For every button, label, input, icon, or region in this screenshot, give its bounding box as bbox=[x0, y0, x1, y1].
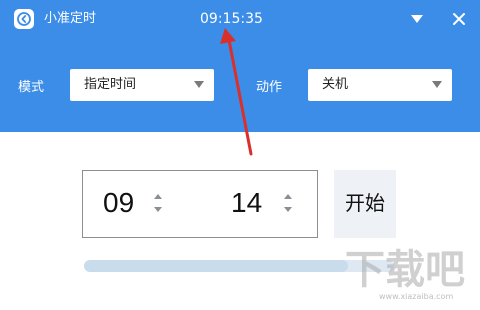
triangle-down-icon bbox=[411, 15, 423, 23]
close-button[interactable] bbox=[448, 8, 470, 30]
watermark-text: 下载吧 bbox=[345, 247, 465, 293]
settings-panel: 模式 指定时间 动作 关机 bbox=[0, 38, 480, 132]
hour-increment-icon[interactable] bbox=[152, 191, 164, 201]
minute-decrement-icon[interactable] bbox=[282, 205, 294, 215]
action-select[interactable]: 关机 bbox=[308, 69, 452, 101]
watermark-subtext: www.xiazaiba.com bbox=[379, 292, 454, 301]
minute-input[interactable]: 14 bbox=[231, 186, 262, 220]
mode-select-value: 指定时间 bbox=[84, 77, 137, 92]
chevron-down-icon bbox=[194, 81, 204, 88]
watermark-logo: 下载吧 www.xiazaiba.com bbox=[345, 248, 475, 304]
action-label: 动作 bbox=[256, 80, 283, 95]
title-bar: 小准定时 09:15:35 bbox=[0, 0, 480, 38]
mode-select[interactable]: 指定时间 bbox=[70, 69, 214, 101]
close-icon bbox=[453, 13, 465, 25]
minute-increment-icon[interactable] bbox=[282, 191, 294, 201]
progress-bar-fill bbox=[84, 260, 348, 272]
back-arrow-icon[interactable] bbox=[14, 9, 34, 29]
hour-spinner bbox=[152, 191, 164, 217]
current-time-clock: 09:15:35 bbox=[200, 11, 263, 27]
start-button[interactable]: 开始 bbox=[334, 170, 396, 238]
app-title: 小准定时 bbox=[44, 11, 97, 26]
hour-input[interactable]: 09 bbox=[103, 186, 134, 220]
minute-spinner bbox=[282, 191, 294, 217]
hour-decrement-icon[interactable] bbox=[152, 205, 164, 215]
start-button-label: 开始 bbox=[345, 193, 385, 215]
chevron-down-icon bbox=[432, 81, 442, 88]
mode-label: 模式 bbox=[18, 80, 45, 95]
menu-dropdown-button[interactable] bbox=[406, 8, 428, 30]
action-select-value: 关机 bbox=[322, 77, 349, 92]
time-picker: 09 14 bbox=[82, 170, 318, 238]
